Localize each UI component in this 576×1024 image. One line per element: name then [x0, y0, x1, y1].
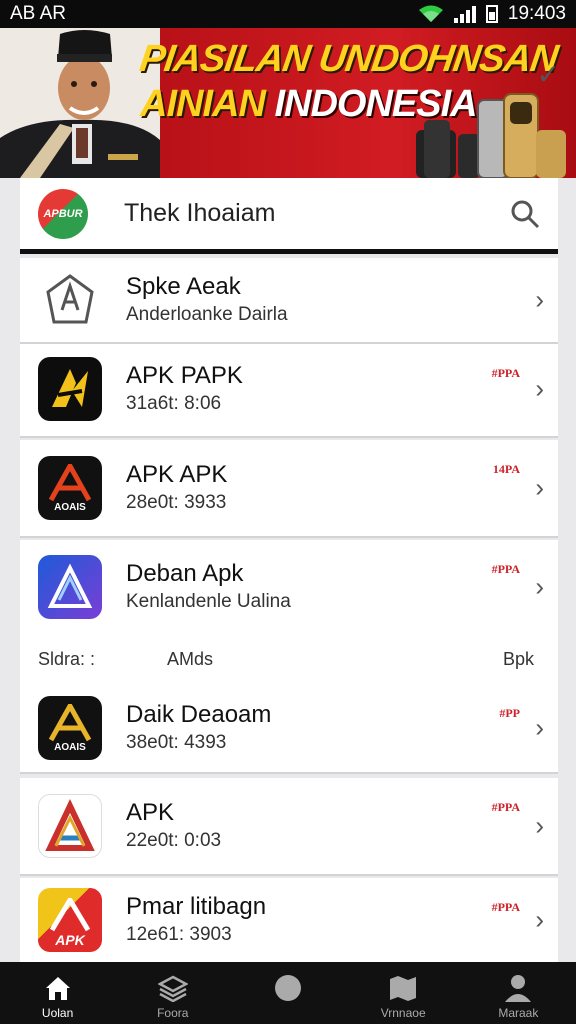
bottom-nav: Uolan Foora Vrnnaoe Maraak [0, 962, 576, 1024]
chevron-right-icon: › [535, 284, 544, 315]
list-item[interactable]: APK PAPK 31a6t: 8:06 #PPA › [20, 344, 558, 438]
app-icon-label: APK [55, 932, 85, 948]
status-time: 19:403 [507, 3, 566, 24]
app-subtitle: 38e0t: 4393 [126, 732, 227, 753]
search-icon[interactable] [510, 199, 540, 229]
app-badge: #PPA [491, 900, 520, 914]
meta-row: Sldra: : AMds Bpk [20, 634, 558, 684]
search-title: Thek Ihoaiam [124, 199, 276, 227]
list-item-group: Deban Apk Kenlandenle Ualina #PPA › Sldr… [20, 540, 558, 774]
app-logo: APBUR [38, 188, 88, 239]
meta-right: Bpk [502, 648, 534, 669]
person-icon [505, 975, 532, 1002]
app-title: Daik Deaoam [126, 701, 272, 728]
app-subtitle: 12e61: 3903 [126, 924, 232, 945]
chevron-right-icon: › [535, 472, 544, 503]
status-left-text: AB AR [10, 3, 66, 24]
chevron-right-icon: › [535, 571, 544, 602]
home-icon [45, 977, 70, 1000]
app-icon-pmar: APK [38, 888, 102, 952]
nav-center[interactable] [238, 974, 338, 1006]
nav-label: Foora [157, 1006, 189, 1020]
status-bar: AB AR 19:403 [0, 0, 576, 28]
app-title: Spke Aeak [126, 273, 241, 300]
nav-label: Uolan [41, 1006, 74, 1020]
officer-image [0, 28, 160, 178]
list-item[interactable]: Deban Apk Kenlandenle Ualina #PPA › [20, 540, 558, 634]
app-badge: #PPA [491, 366, 520, 380]
app-icon-apk [38, 794, 102, 858]
chevron-right-icon: › [535, 373, 544, 404]
meta-left: Sldra: : [38, 648, 96, 669]
nav-label: Maraak [498, 1006, 539, 1020]
chevron-right-icon: › [535, 904, 544, 935]
list-item[interactable]: AOAIS APK APK 28e0t: 3933 14PA › [20, 440, 558, 538]
signal-icon [453, 5, 476, 23]
banner-line1: PIASILAN UNDOHNSAN [137, 38, 560, 80]
app-subtitle: Anderloanke Dairla [126, 304, 288, 325]
app-badge: #PPA [491, 800, 520, 814]
app-subtitle: 28e0t: 3933 [126, 492, 227, 513]
layers-icon [157, 975, 188, 1002]
app-icon-apk-apk: AOAIS [38, 456, 102, 520]
nav-maraak[interactable]: Maraak [468, 974, 568, 1020]
promo-banner[interactable]: PIASILAN UNDOHNSAN AINIAN INDONESIA ✓ [0, 28, 576, 178]
nav-vrnnaoe[interactable]: Vrnnaoe [353, 974, 453, 1020]
wifi-icon [418, 5, 443, 22]
list-item[interactable]: APK Pmar litibagn 12e61: 3903 #PPA › [20, 878, 558, 964]
app-badge: #PP [499, 706, 520, 720]
nav-foora[interactable]: Foora [123, 974, 223, 1020]
meta-middle: AMds [167, 648, 214, 669]
app-icon-label: AOAIS [54, 741, 86, 753]
map-icon [390, 976, 417, 1001]
app-icon-spke [38, 268, 102, 332]
app-subtitle: Kenlandenle Ualina [126, 591, 291, 612]
banner-close-icon[interactable]: ✓ [537, 58, 560, 91]
app-subtitle: 31a6t: 8:06 [126, 393, 222, 414]
nav-home[interactable]: Uolan [8, 974, 108, 1020]
banner-line2-yellow: AINIAN [140, 83, 266, 125]
battery-icon [485, 5, 498, 23]
list-item[interactable]: APK 22e0t: 0:03 #PPA › [20, 778, 558, 876]
list-item[interactable]: AOAIS Daik Deaoam 38e0t: 4393 #PP › [20, 684, 558, 772]
phones-image [416, 93, 566, 178]
chevron-right-icon: › [535, 810, 544, 841]
circle-icon [274, 975, 301, 1001]
list-item[interactable]: Spke Aeak Anderloanke Dairla › [20, 258, 558, 344]
app-badge: 14PA [492, 462, 520, 476]
app-subtitle: 22e0t: 0:03 [126, 830, 222, 851]
chevron-right-icon: › [535, 712, 544, 743]
app-icon-daik: AOAIS [38, 696, 102, 760]
app-icon-label: AOAIS [54, 501, 86, 513]
app-icon-apk-papk [38, 357, 102, 421]
search-bar[interactable]: APBUR Thek Ihoaiam [20, 178, 558, 254]
app-badge: #PPA [491, 562, 520, 576]
nav-label: Vrnnaoe [380, 1006, 426, 1020]
app-icon-deban [38, 555, 102, 619]
